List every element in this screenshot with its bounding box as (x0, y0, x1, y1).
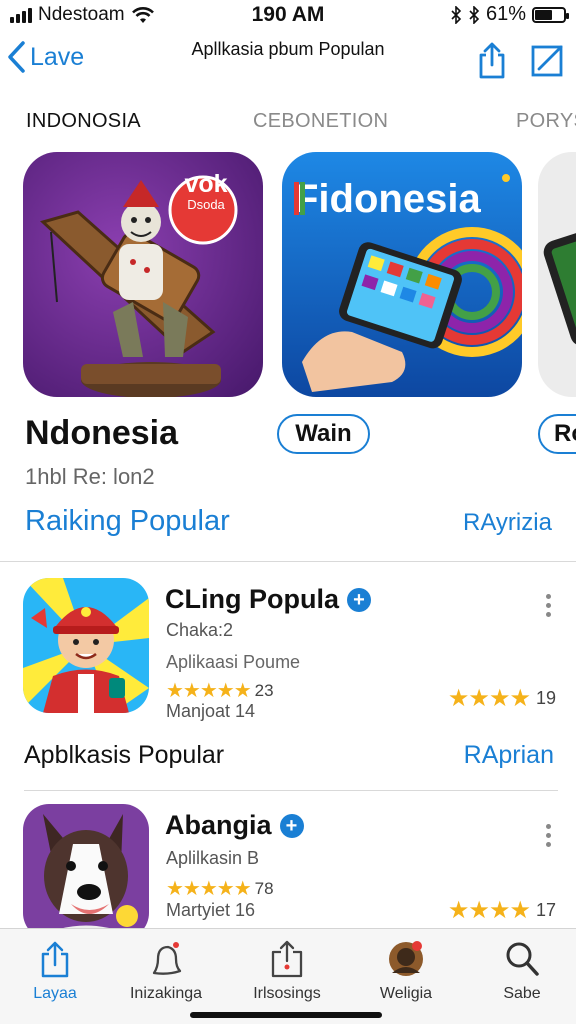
edit-icon (531, 45, 563, 77)
star-rating-icon: ★★★★ (447, 685, 531, 712)
app-meta: Martyiet 16 (166, 900, 256, 920)
category-tabs: INDONOSIA CEBONETION PORYS (0, 100, 576, 144)
share-icon (479, 42, 505, 79)
featured-badge: vok Dsoda (173, 170, 239, 213)
divider (24, 790, 558, 791)
more-options-icon[interactable] (540, 824, 556, 847)
share-button[interactable] (474, 40, 510, 80)
badge-subtitle: Dsoda (187, 197, 225, 212)
boy-character-artwork (23, 578, 149, 713)
tab-cebonetion[interactable]: CEBONETION (253, 110, 388, 133)
rating: ★★★★ 19 (448, 684, 556, 713)
badge-title: vok (184, 170, 228, 198)
see-all-link[interactable]: RAprian (464, 741, 554, 770)
carrier: Ndestoam (10, 4, 155, 26)
ranking-link[interactable]: Raiking Popular (25, 505, 230, 538)
tab-weligia[interactable]: Weligia (356, 939, 456, 1003)
tab-indonosia[interactable]: INDONOSIA (26, 110, 141, 133)
tab-irlsosings[interactable]: Irlsosings (237, 939, 337, 1003)
dog-artwork (23, 804, 149, 939)
rating: ★★★★★ 23 (166, 678, 274, 703)
get-button[interactable]: Ro (538, 414, 576, 454)
tab-label: Sabe (503, 985, 541, 1002)
featured-card[interactable]: Fidonesia (282, 152, 522, 397)
bell-icon (152, 942, 182, 975)
page-title: Apllkasia pbum Populan (191, 39, 385, 59)
add-icon[interactable]: + (346, 587, 371, 612)
phone-hand-artwork: Fidonesia (282, 152, 522, 397)
star-rating-icon: ★★★★ (447, 897, 531, 924)
status-right: 61% (450, 3, 569, 26)
wifi-icon (131, 7, 154, 23)
bluetooth-icon (451, 5, 462, 24)
avatar-icon (389, 941, 423, 976)
ranking-link[interactable]: RAyrizia (463, 509, 552, 537)
bluetooth-icon (469, 5, 480, 24)
tab-label: Layaa (33, 985, 77, 1002)
featured-artwork[interactable]: Fidonesia (282, 152, 522, 397)
featured-app-name: Ndonesia (25, 414, 179, 452)
app-line-1: Chaka:2 (166, 620, 234, 640)
battery-percent: 61% (485, 3, 526, 25)
app-title: CLing Popula + (165, 584, 371, 615)
app-name: CLing Popula (165, 584, 339, 614)
add-icon[interactable]: + (279, 813, 304, 838)
nav-actions (474, 40, 566, 80)
divider (0, 561, 576, 562)
featured-carousel[interactable]: vok Dsoda Ndonesia 1hbl Re: lon2 Raiking… (0, 152, 576, 552)
back-button[interactable]: Lave (6, 40, 84, 74)
app-line-1: Aplilkasin B (166, 848, 260, 868)
tab-inizakinga[interactable]: Inizakinga (116, 939, 216, 1003)
search-icon (506, 942, 539, 976)
featured-app-subtitle: 1hbl Re: lon2 (25, 464, 155, 489)
status-bar: Ndestoam 190 AM 61% (0, 0, 576, 30)
navigation-bar: Lave Apllkasia pbum Populan (0, 30, 576, 94)
edit-button[interactable] (530, 40, 566, 80)
rating-count: 23 (254, 680, 274, 700)
star-rating-icon: ★★★★★ (166, 680, 252, 702)
upload-box-icon (271, 940, 303, 978)
tab-label: Irlsosings (253, 985, 321, 1002)
featured-card[interactable] (538, 152, 576, 397)
rating-count: 19 (535, 688, 556, 708)
tab-sabe[interactable]: Sabe (472, 939, 572, 1003)
app-name: Abangia (165, 810, 272, 840)
star-rating-icon: ★★★★★ (166, 878, 252, 900)
rating: ★★★★ 17 (448, 896, 556, 925)
battery-fill (535, 9, 553, 20)
share-icon (41, 941, 69, 978)
tab-label: Weligia (379, 985, 433, 1002)
app-line-2: Aplikaasi Poume (166, 652, 301, 672)
carrier-name: Ndestoam (38, 4, 125, 25)
rating-count: 17 (535, 900, 556, 920)
battery-icon (532, 6, 569, 23)
tab-label: Inizakinga (129, 985, 203, 1002)
signal-icon (10, 7, 32, 23)
more-options-icon[interactable] (540, 594, 556, 617)
tab-layaa[interactable]: Layaa (5, 939, 105, 1003)
app-title: Abangia + (165, 810, 304, 841)
phone-artwork (543, 226, 576, 347)
featured-artwork[interactable]: vok Dsoda (23, 152, 263, 397)
banner-text: Fidonesia (294, 177, 481, 221)
app-icon[interactable] (23, 804, 149, 939)
chevron-left-icon (8, 41, 25, 73)
back-label: Lave (30, 42, 85, 71)
featured-card[interactable]: vok Dsoda Ndonesia 1hbl Re: lon2 Raiking… (23, 152, 263, 537)
rating-count: 78 (254, 878, 274, 898)
home-indicator[interactable] (190, 1012, 382, 1018)
featured-artwork[interactable] (538, 152, 576, 397)
section-title: Apblkasis Popular (24, 741, 225, 769)
get-button[interactable]: Wain (277, 414, 370, 454)
tab-porys[interactable]: PORYS (516, 110, 576, 133)
rating: ★★★★★ 78 (166, 876, 274, 901)
bottom-tab-bar: Layaa Inizakinga Irlsosings Weligia Sabe (0, 928, 576, 1024)
app-icon[interactable] (23, 578, 149, 713)
app-meta: Manjoat 14 (166, 701, 256, 721)
